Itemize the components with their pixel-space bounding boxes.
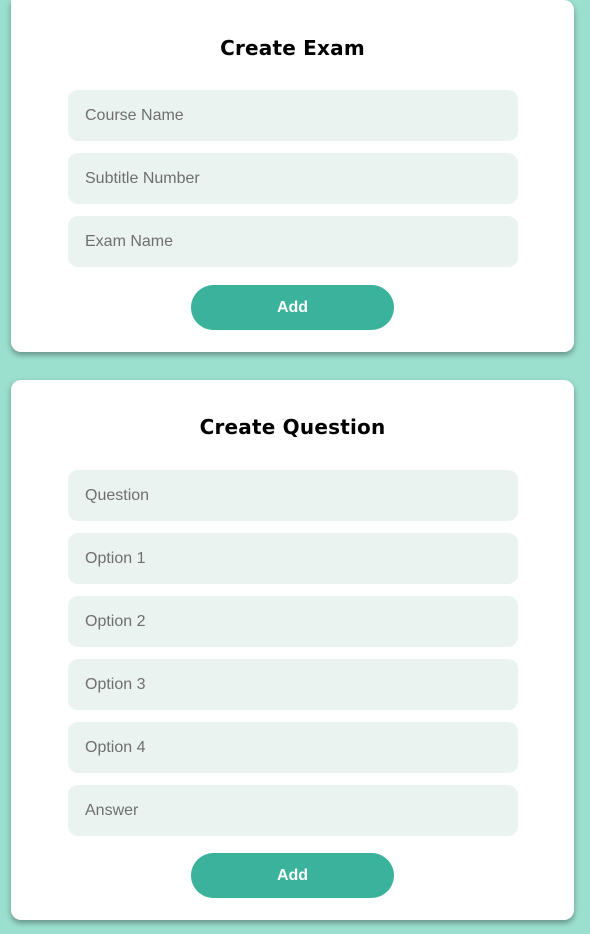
- answer-input[interactable]: [68, 785, 518, 836]
- create-exam-title: Create Exam: [220, 36, 365, 60]
- subtitle-number-input[interactable]: [68, 153, 518, 204]
- add-question-button[interactable]: Add: [191, 853, 394, 898]
- add-exam-button[interactable]: Add: [191, 285, 394, 330]
- create-question-card: Create Question Add: [11, 380, 574, 920]
- option-4-input[interactable]: [68, 722, 518, 773]
- option-2-input[interactable]: [68, 596, 518, 647]
- exam-name-input[interactable]: [68, 216, 518, 267]
- question-input[interactable]: [68, 470, 518, 521]
- course-name-input[interactable]: [68, 90, 518, 141]
- option-1-input[interactable]: [68, 533, 518, 584]
- option-3-input[interactable]: [68, 659, 518, 710]
- create-question-title: Create Question: [199, 415, 386, 439]
- create-exam-card: Create Exam Add: [11, 0, 574, 352]
